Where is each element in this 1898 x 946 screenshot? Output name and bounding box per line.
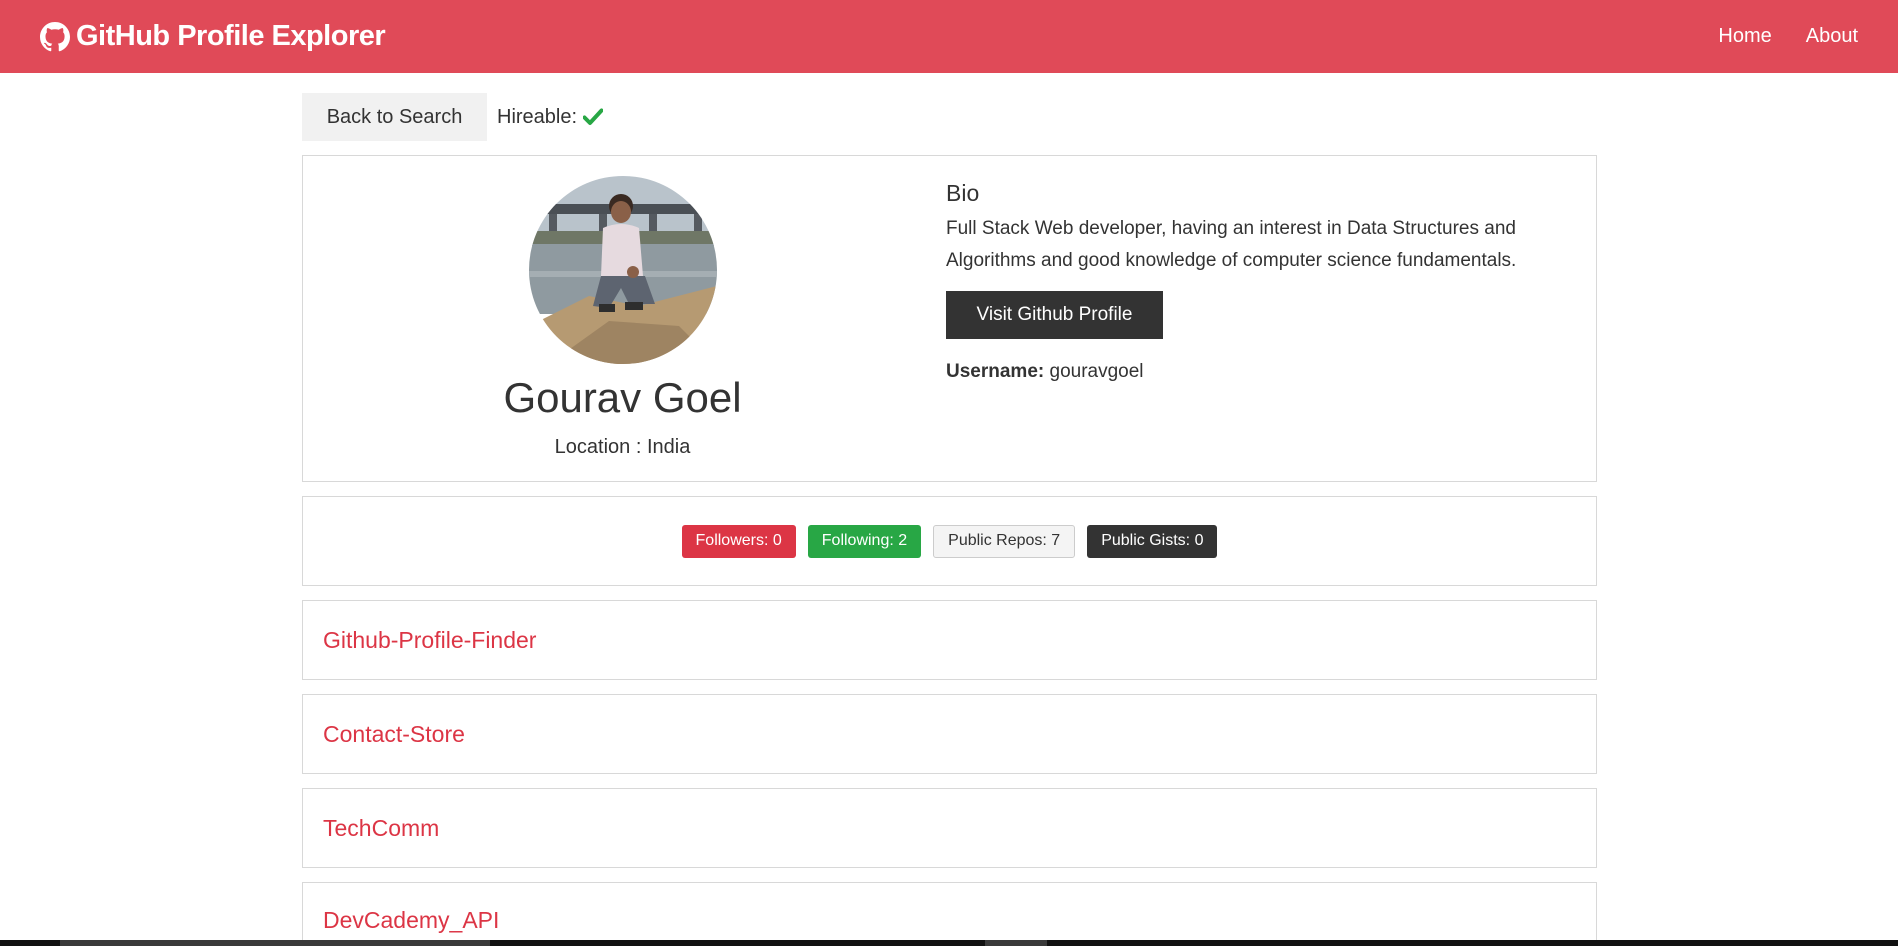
repo-item: TechComm — [302, 788, 1597, 868]
scroll-segment — [60, 940, 490, 946]
following-badge: Following: 2 — [807, 524, 922, 558]
nav-home-link[interactable]: Home — [1718, 25, 1771, 48]
profile-card: Gourav Goel Location : India Bio Full St… — [302, 155, 1597, 482]
repo-link[interactable]: TechComm — [323, 815, 439, 842]
stats-card: Followers: 0 Following: 2 Public Repos: … — [302, 496, 1597, 586]
username-label: Username: — [946, 361, 1045, 382]
bio-text: Full Stack Web developer, having an inte… — [946, 218, 1517, 271]
profile-name: Gourav Goel — [503, 374, 742, 421]
nav-about-link[interactable]: About — [1806, 25, 1858, 48]
brand-link[interactable]: GitHub Profile Explorer — [40, 20, 386, 53]
repo-link[interactable]: Contact-Store — [323, 721, 465, 748]
bottom-scrollbar[interactable] — [0, 940, 1898, 946]
visit-github-profile-button[interactable]: Visit Github Profile — [946, 291, 1163, 339]
github-icon — [40, 21, 70, 52]
profile-details: Bio Full Stack Web developer, having an … — [942, 156, 1596, 481]
scroll-segment — [985, 940, 1047, 946]
profile-summary: Gourav Goel Location : India — [303, 156, 942, 481]
back-to-search-button[interactable]: Back to Search — [302, 93, 487, 141]
profile-location: Location : India — [554, 436, 691, 458]
public-repos-badge: Public Repos: 7 — [933, 524, 1076, 558]
repo-item: Github-Profile-Finder — [302, 600, 1597, 680]
repo-item: DevCademy_API — [302, 882, 1597, 942]
followers-badge: Followers: 0 — [681, 524, 796, 558]
repo-item: Contact-Store — [302, 694, 1597, 774]
navbar: GitHub Profile Explorer Home About — [0, 0, 1898, 73]
repo-link[interactable]: DevCademy_API — [323, 907, 499, 934]
brand-title: GitHub Profile Explorer — [76, 20, 386, 52]
main-container: Back to Search Hireable: Gourav Goel Loc… — [302, 93, 1597, 942]
repo-link[interactable]: Github-Profile-Finder — [323, 627, 536, 654]
username-row: Username: gouravgoel — [946, 361, 1576, 383]
bio-heading: Bio — [946, 180, 980, 206]
nav-links: Home About — [1684, 25, 1858, 48]
public-gists-badge: Public Gists: 0 — [1087, 524, 1218, 558]
top-row: Back to Search Hireable: — [302, 93, 1597, 141]
username-value: gouravgoel — [1049, 361, 1144, 382]
hireable-status: Hireable: — [497, 105, 604, 129]
avatar — [528, 176, 717, 364]
check-icon — [583, 108, 604, 126]
hireable-label: Hireable: — [497, 105, 578, 128]
